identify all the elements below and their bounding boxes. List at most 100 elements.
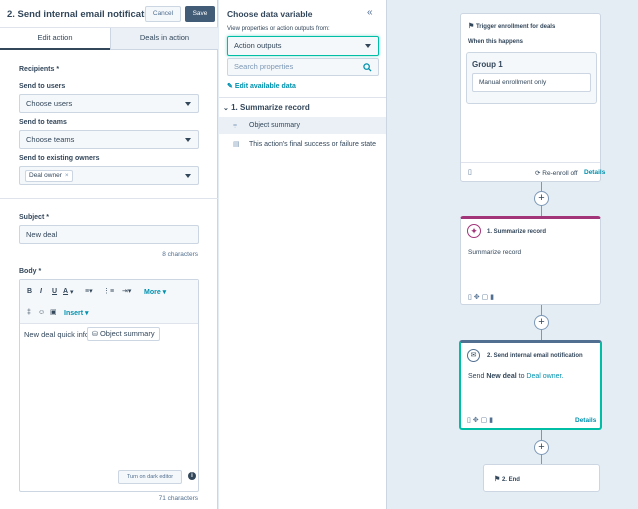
owner-tag[interactable]: Deal owner × [25, 170, 73, 182]
group-title: Group 1 [472, 60, 503, 69]
data-variable-title: Choose data variable [227, 9, 313, 19]
pencil-icon: ✎ [227, 83, 233, 90]
source-select-value: Action outputs [234, 41, 282, 50]
view-from-label: View properties or action outputs from: [227, 26, 330, 32]
section-header[interactable]: ⌄ 1. Summarize record [223, 103, 310, 112]
add-step-button[interactable]: + [534, 440, 549, 455]
more-label: More [144, 289, 161, 296]
teams-select[interactable]: Choose teams [19, 130, 199, 149]
database-icon: ⛁ [92, 331, 98, 338]
more-menu[interactable]: More ▾ [144, 288, 166, 296]
divider [219, 97, 386, 98]
chevron-down-icon [185, 174, 191, 178]
list-icon[interactable]: ⋮≡ [103, 287, 114, 295]
end-header: ⚑ 2. End [494, 475, 520, 483]
summarize-record-card[interactable]: ✦ 1. Summarize record Summarize record ▯… [460, 216, 601, 305]
cancel-button[interactable]: Cancel [145, 6, 181, 22]
action-editor-panel: 2. Send internal email notification Canc… [0, 0, 218, 509]
divider [0, 198, 218, 199]
refresh-icon: ⟳ [535, 170, 541, 177]
remove-tag-icon[interactable]: × [65, 172, 69, 179]
token-label: Object summary [99, 329, 155, 338]
bold-button[interactable]: B [27, 288, 32, 295]
end-label: 2. End [501, 477, 520, 483]
flag-icon: ⚑ [494, 476, 501, 483]
trigger-details-link[interactable]: Details [584, 169, 605, 176]
add-step-button[interactable]: + [534, 191, 549, 206]
emoji-icon[interactable]: ☺ [38, 309, 45, 316]
align-icon[interactable]: ≡▾ [85, 287, 93, 295]
indent-icon[interactable]: ⇥▾ [122, 287, 131, 295]
body-text: New deal quick info: [24, 330, 92, 339]
recipients-label: Recipients * [19, 66, 60, 73]
body-editor[interactable]: B I U A ▾ ≡▾ ⋮≡ ⇥▾ More ▾ ‡ ☺ ▣ Insert ▾… [19, 279, 199, 492]
users-select[interactable]: Choose users [19, 94, 199, 113]
body-char-count: 71 characters [158, 495, 198, 502]
workflow-canvas: ⚑ Trigger enrollment for deals When this… [388, 0, 638, 509]
data-variable-panel: Choose data variable « View properties o… [219, 0, 387, 509]
tab-edit-action[interactable]: Edit action [0, 28, 110, 50]
flag-icon: ⚑ [468, 23, 475, 30]
step2-body-link[interactable]: Deal owner. [526, 373, 563, 380]
image-icon[interactable]: ▣ [50, 308, 57, 316]
criteria-box[interactable]: Manual enrollment only [472, 73, 591, 92]
trigger-header: ⚑ Trigger enrollment for deals [468, 22, 555, 30]
step2-title: 2. Send internal email notification [487, 353, 583, 359]
insert-menu[interactable]: Insert ▾ [64, 309, 89, 317]
step2-body-mid: to [518, 373, 525, 380]
group-box: Group 1 Manual enrollment only [466, 52, 597, 104]
chevron-down-icon [365, 44, 371, 48]
subject-char-count: 8 characters [162, 251, 198, 258]
subject-input[interactable]: New deal [19, 225, 199, 244]
chevron-down-icon[interactable]: ▾ [70, 288, 74, 296]
underline-button[interactable]: U [52, 288, 57, 295]
step2-body: Send New deal to Deal owner. [468, 373, 563, 380]
insert-label: Insert [64, 310, 84, 317]
step2-body-prefix: Send [468, 373, 485, 380]
status-icon: ▤ [233, 141, 240, 148]
body-label: Body * [19, 268, 42, 275]
trigger-title: Trigger enrollment for deals [475, 24, 556, 30]
copy-icon[interactable]: ▯ [468, 168, 472, 176]
users-select-value: Choose users [26, 99, 73, 108]
chevron-down-icon: ⌄ [223, 105, 229, 112]
ai-sparkle-icon: ✦ [467, 224, 481, 238]
step2-details-link[interactable]: Details [575, 417, 596, 424]
object-summary-token[interactable]: ⛁ Object summary [87, 327, 160, 341]
save-button[interactable]: Save [185, 6, 215, 22]
search-icon [363, 63, 372, 72]
search-placeholder: Search properties [234, 62, 294, 71]
info-icon[interactable]: i [188, 472, 196, 480]
variable-item[interactable]: ▤ This action's final success or failure… [219, 136, 386, 153]
subject-label: Subject * [19, 214, 49, 221]
code-icon[interactable]: ‡ [27, 309, 31, 316]
variable-item-label: Object summary [249, 122, 300, 129]
section-title: 1. Summarize record [231, 103, 310, 112]
email-icon: ✉ [467, 349, 480, 362]
tab-deals-in-action[interactable]: Deals in action [110, 28, 218, 50]
dark-editor-button[interactable]: Turn on dark editor [118, 470, 182, 484]
edit-available-data-link[interactable]: ✎ Edit available data [227, 82, 296, 90]
step2-actions[interactable]: ▯ ✥ ▢ ▮ [467, 416, 493, 424]
search-properties-input[interactable]: Search properties [227, 58, 379, 76]
step1-title: 1. Summarize record [487, 229, 547, 235]
text-color-button[interactable]: A [63, 288, 68, 295]
variable-item[interactable]: ⩦ Object summary [219, 117, 386, 134]
reenroll-status: ⟳ Re-enroll off [535, 169, 578, 177]
italic-button[interactable]: I [40, 288, 42, 295]
trigger-card[interactable]: ⚑ Trigger enrollment for deals When this… [460, 13, 605, 182]
send-to-users-label: Send to users [19, 83, 66, 90]
add-step-button[interactable]: + [534, 315, 549, 330]
editor-toolbar: B I U A ▾ ≡▾ ⋮≡ ⇥▾ More ▾ ‡ ☺ ▣ Insert ▾ [20, 280, 198, 324]
collapse-icon[interactable]: « [367, 7, 373, 18]
chevron-down-icon [185, 138, 191, 142]
owners-select[interactable]: Deal owner × [19, 166, 199, 185]
send-to-owners-label: Send to existing owners [19, 155, 100, 162]
chevron-down-icon [185, 102, 191, 106]
step1-actions[interactable]: ▯ ✥ ▢ ▮ [468, 293, 494, 301]
source-select[interactable]: Action outputs [227, 36, 379, 56]
step2-body-bold: New deal [486, 373, 517, 380]
end-card[interactable]: ⚑ 2. End [483, 464, 600, 492]
send-email-card[interactable]: ✉ 2. Send internal email notification Se… [459, 340, 602, 430]
send-to-teams-label: Send to teams [19, 119, 67, 126]
